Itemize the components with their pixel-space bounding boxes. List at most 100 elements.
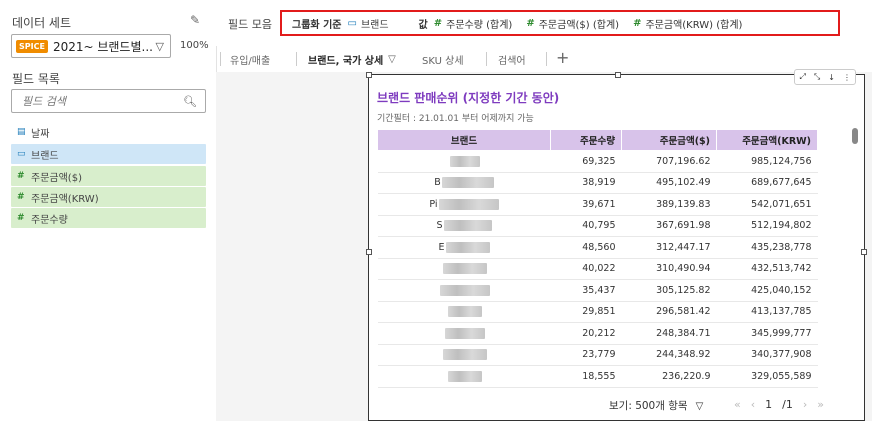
cell-qty: 69,325 [550, 150, 622, 173]
field-search[interactable]: 🔍︎ [11, 89, 206, 113]
cell-usd: 495,102.49 [621, 172, 717, 194]
redacted-brand-name [447, 370, 482, 382]
field-label: 브랜드 [31, 150, 59, 162]
edit-dataset-icon[interactable]: ✎ [190, 13, 200, 27]
table-row[interactable]: 29,851 296,581.42 413,137,785 [377, 301, 818, 323]
redacted-brand-name [445, 241, 490, 253]
field-label: 주문금액($) [31, 172, 82, 184]
cell-brand [377, 322, 551, 345]
expand-icon[interactable]: ⤢ [799, 72, 805, 82]
field-item-date[interactable]: ▤ 날짜 [11, 122, 206, 142]
cell-krw: 435,238,778 [716, 236, 818, 259]
dataset-select[interactable]: SPICE 2021~ 브랜드별... ▽ [11, 34, 171, 58]
redacted-brand-name [441, 177, 494, 189]
first-page-icon[interactable]: « [734, 398, 741, 411]
column-header-usd[interactable]: 주문금액($) [621, 129, 717, 151]
group-by-field[interactable]: 브랜드 [361, 16, 389, 31]
total-pages: /1 [782, 398, 793, 411]
sort-icon[interactable]: ↓ [828, 73, 835, 82]
tab-label: 브랜드, 국가 상세 [308, 55, 384, 67]
field-search-input[interactable] [20, 93, 184, 109]
visual-toolbar: ⤢ ⤡ ↓ ⋮ [794, 69, 856, 85]
cell-brand [377, 344, 551, 366]
resize-handle[interactable] [861, 249, 867, 255]
table-row[interactable]: B 38,919 495,102.49 689,677,645 [377, 172, 818, 194]
last-page-icon[interactable]: » [817, 398, 824, 411]
cell-brand [377, 279, 551, 302]
cell-qty: 29,851 [550, 301, 622, 323]
brand-prefix: S [436, 220, 443, 232]
table-row[interactable]: 23,779 244,348.92 340,377,908 [377, 344, 818, 366]
cell-krw: 542,071,651 [716, 193, 818, 216]
table-row[interactable]: 18,555 236,220.9 329,055,589 [377, 365, 818, 388]
tab-sku-detail[interactable]: SKU 상세 [422, 46, 464, 72]
page-size-select[interactable]: 보기: 500개 항목 ▽ [609, 398, 703, 413]
column-header-krw[interactable]: 주문금액(KRW) [716, 129, 818, 151]
table-visual[interactable]: ⤢ ⤡ ↓ ⋮ 브랜드 판매순위 (지정한 기간 동안) 기간필터 : 21.0… [366, 69, 867, 421]
value-field-krw[interactable]: 주문금액(KRW) (합계) [645, 16, 742, 31]
cell-krw: 329,055,589 [716, 365, 818, 388]
visual-title: 브랜드 판매순위 (지정한 기간 동안) [377, 91, 560, 105]
more-icon[interactable]: ⋮ [843, 73, 851, 82]
table-scrollbar[interactable] [852, 128, 858, 144]
dimension-icon: ▭ [17, 149, 26, 159]
cell-brand: S [377, 215, 551, 237]
spice-badge: SPICE [16, 39, 48, 53]
measure-icon: # [17, 213, 25, 223]
search-icon: 🔍︎ [183, 94, 197, 108]
prev-page-icon[interactable]: ‹ [751, 398, 755, 411]
tab-brand-country[interactable]: 브랜드, 국가 상세 ▽ [302, 46, 402, 74]
cell-usd: 367,691.98 [621, 215, 717, 237]
field-item-brand[interactable]: ▭ 브랜드 [11, 144, 206, 164]
field-list-label: 필드 목록 [12, 72, 60, 86]
column-header-qty[interactable]: 주문수량 [550, 129, 622, 151]
field-item-order-amount-usd[interactable]: # 주문금액($) [11, 166, 206, 186]
dataset-name: 2021~ 브랜드별... [52, 39, 153, 54]
table-header-row: 브랜드 주문수량 주문금액($) 주문금액(KRW) [377, 129, 818, 151]
cell-usd: 312,447.17 [621, 236, 717, 259]
cell-usd: 296,581.42 [621, 301, 717, 323]
table-row[interactable]: 35,437 305,125.82 425,040,152 [377, 279, 818, 302]
table-row[interactable]: 40,022 310,490.94 432,513,742 [377, 258, 818, 280]
visual-subtitle: 기간필터 : 21.01.01 부터 어제까지 가능 [377, 114, 534, 124]
value-field-qty[interactable]: 주문수량 (합계) [446, 16, 512, 31]
table-row[interactable]: 69,325 707,196.62 985,124,756 [377, 150, 818, 173]
cell-qty: 40,795 [550, 215, 622, 237]
redacted-brand-name [442, 349, 487, 361]
cell-qty: 40,022 [550, 258, 622, 280]
chevron-down-icon[interactable]: ▽ [388, 54, 396, 65]
resize-handle[interactable] [366, 249, 372, 255]
field-wells[interactable]: 그룹화 기준 ▭ 브랜드 값 # 주문수량 (합계) # 주문금액($) (합계… [280, 10, 840, 36]
cell-brand [377, 365, 551, 388]
add-sheet-icon[interactable]: + [556, 48, 569, 67]
cell-usd: 305,125.82 [621, 279, 717, 302]
field-item-order-amount-krw[interactable]: # 주문금액(KRW) [11, 187, 206, 207]
data-panel: 데이터 세트 ✎ SPICE 2021~ 브랜드별... ▽ 100% 필드 목… [0, 0, 217, 421]
field-label: 날짜 [31, 128, 50, 140]
brand-prefix: B [434, 177, 441, 189]
cell-krw: 345,999,777 [716, 322, 818, 345]
sheet-tabs: 유입/매출 브랜드, 국가 상세 ▽ SKU 상세 검색어 + [216, 46, 872, 74]
tab-inflow-sales[interactable]: 유입/매출 [230, 46, 270, 72]
dataset-label: 데이터 세트 [12, 16, 72, 30]
current-page: 1 [765, 398, 773, 411]
table-row[interactable]: S 40,795 367,691.98 512,194,802 [377, 215, 818, 237]
column-header-brand[interactable]: 브랜드 [377, 129, 551, 151]
calendar-icon: ▤ [17, 127, 26, 137]
brand-prefix: Pi [429, 198, 438, 210]
collapse-icon[interactable]: ⤡ [814, 72, 820, 82]
cell-qty: 20,212 [550, 322, 622, 345]
field-item-order-qty[interactable]: # 주문수량 [11, 208, 206, 228]
tab-search-terms[interactable]: 검색어 [498, 46, 526, 72]
resize-handle[interactable] [366, 72, 372, 78]
value-label: 값 [418, 19, 428, 31]
chevron-down-icon: ▽ [155, 39, 164, 53]
value-field-usd[interactable]: 주문금액($) (합계) [539, 16, 619, 31]
resize-handle[interactable] [615, 72, 621, 78]
table-row[interactable]: Pi 39,671 389,139.83 542,071,651 [377, 193, 818, 216]
table-row[interactable]: E 48,560 312,447.17 435,238,778 [377, 236, 818, 259]
table-row[interactable]: 20,212 248,384.71 345,999,777 [377, 322, 818, 345]
cell-usd: 389,139.83 [621, 193, 717, 216]
chevron-down-icon: ▽ [695, 401, 704, 412]
next-page-icon[interactable]: › [803, 398, 807, 411]
